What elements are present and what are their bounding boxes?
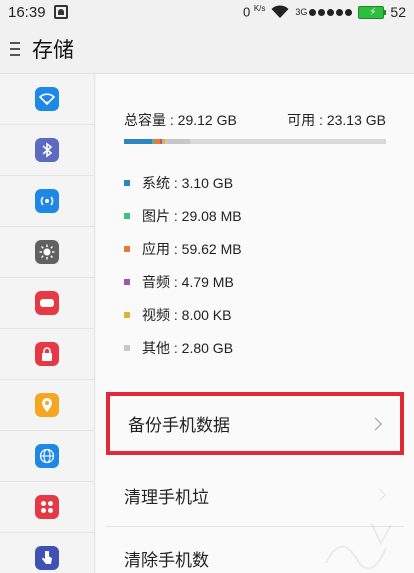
legend-label: 视频 : 8.00 KB <box>142 306 232 323</box>
sidebar-item-bluetooth[interactable] <box>0 125 94 176</box>
apps-icon <box>35 495 59 519</box>
globe-icon <box>35 444 59 468</box>
accessibility-icon <box>35 546 59 570</box>
usage-segment <box>124 139 152 144</box>
legend-item: 应用 : 59.62 MB <box>124 232 242 265</box>
lock-icon <box>35 342 59 366</box>
hotspot-icon <box>35 189 59 213</box>
sidebar-item-hotspot[interactable] <box>0 176 94 227</box>
watermark-icon <box>325 522 392 570</box>
net-speed: 0 K/s <box>242 4 266 20</box>
clock: 16:39 <box>8 3 46 21</box>
battery-icon: ⚡ <box>358 5 387 19</box>
legend-color-swatch <box>124 344 130 351</box>
settings-sidebar <box>0 74 95 573</box>
sidebar-item-display[interactable] <box>0 227 94 278</box>
legend-label: 其他 : 2.80 GB <box>142 339 234 356</box>
bluetooth-icon <box>35 138 59 162</box>
location-icon <box>35 393 59 417</box>
page-title: 存储 <box>32 38 74 62</box>
legend-color-swatch <box>124 245 130 252</box>
legend-label: 图片 : 29.08 MB <box>142 207 242 224</box>
battery-level: 52 <box>390 4 406 20</box>
legend-color-swatch <box>124 179 130 186</box>
capacity-row: 总容量 : 29.12 GB 可用 : 23.13 GB <box>124 110 386 130</box>
backup-label: 备份手机数据 <box>128 416 230 435</box>
sidebar-item-wifi[interactable] <box>0 74 94 125</box>
legend-label: 系统 : 3.10 GB <box>142 174 234 191</box>
legend-color-swatch <box>124 311 130 318</box>
legend-item: 音频 : 4.79 MB <box>124 265 242 298</box>
brightness-icon <box>35 240 59 264</box>
storage-legend: 系统 : 3.10 GB 图片 : 29.08 MB 应用 : 59.62 MB 音频… <box>124 166 242 364</box>
legend-color-swatch <box>124 212 130 219</box>
status-bar: 16:39 0 K/s 3G ⚡ 52 <box>0 0 414 24</box>
legend-label: 音频 : 4.79 MB <box>142 273 234 290</box>
backup-phone-data-button[interactable]: 备份手机数据 <box>106 392 404 455</box>
sidebar-item-location[interactable] <box>0 380 94 431</box>
menu-icon[interactable] <box>10 41 20 56</box>
sidebar-item-apps[interactable] <box>0 482 94 533</box>
wifi-icon <box>35 87 59 111</box>
available-capacity: 可用 : 23.13 GB <box>287 112 386 128</box>
sound-icon <box>35 291 59 315</box>
legend-item: 其他 : 2.80 GB <box>124 331 242 364</box>
title-bar: 存储 <box>0 24 414 74</box>
total-capacity: 总容量 : 29.12 GB <box>124 112 237 128</box>
legend-label: 应用 : 59.62 MB <box>142 240 242 257</box>
legend-item: 系统 : 3.10 GB <box>124 166 242 199</box>
chevron-right-icon <box>373 488 386 502</box>
signal-strength-icon <box>309 8 353 16</box>
legend-item: 图片 : 29.08 MB <box>124 199 242 232</box>
clean-label: 清理手机垃 <box>124 487 209 507</box>
wifi-status-icon <box>271 5 289 18</box>
sidebar-item-accessibility[interactable] <box>0 533 94 573</box>
storage-panel: 总容量 : 29.12 GB 可用 : 23.13 GB 系统 : 3.10 G… <box>96 74 414 573</box>
legend-color-swatch <box>124 278 130 285</box>
sidebar-item-language[interactable] <box>0 431 94 482</box>
signal-type: 3G <box>295 7 308 17</box>
storage-usage-bar <box>124 139 386 144</box>
chevron-right-icon <box>369 417 382 430</box>
clear-label: 清除手机数 <box>124 551 209 570</box>
sidebar-item-sound[interactable] <box>0 278 94 329</box>
usage-segment <box>164 139 190 144</box>
legend-item: 视频 : 8.00 KB <box>124 298 242 331</box>
notification-icon <box>53 5 68 19</box>
sidebar-item-security[interactable] <box>0 329 94 380</box>
